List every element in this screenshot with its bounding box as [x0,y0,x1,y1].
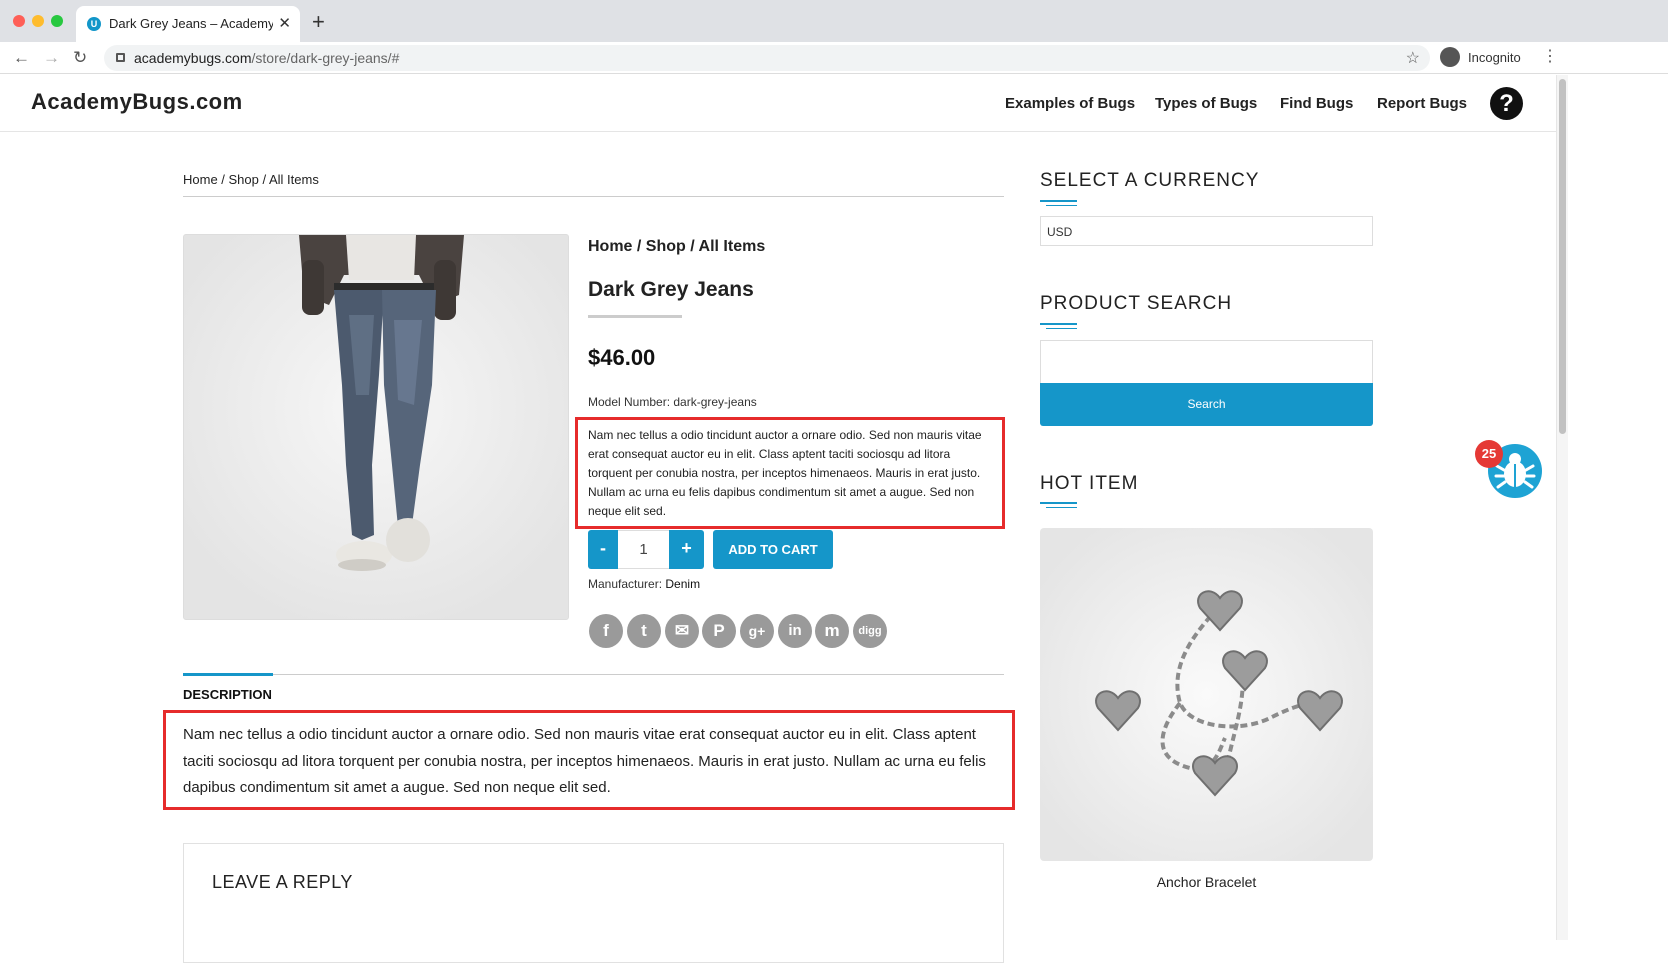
description-body: Nam nec tellus a odio tincidunt auctor a… [183,726,986,796]
scrollbar-thumb[interactable] [1559,79,1566,434]
product-title: Dark Grey Jeans [588,278,754,301]
page-scrollbar[interactable] [1556,75,1568,940]
bookmark-star-icon[interactable]: ☆ [1406,48,1420,68]
forward-arrow-icon[interactable]: → [43,48,60,68]
tab-title: Dark Grey Jeans – AcademyBugs.com [109,16,273,31]
bracelet-illustration [1095,590,1343,797]
lock-icon [116,53,125,62]
leave-reply-section: LEAVE A REPLY [183,843,1004,963]
help-question-icon[interactable]: ? [1490,87,1523,120]
reload-icon[interactable]: ↻ [73,48,87,68]
leave-reply-heading: LEAVE A REPLY [212,872,353,892]
title-underline [588,315,682,318]
add-to-cart-button[interactable]: ADD TO CART [713,530,833,569]
model-number: Model Number: dark-grey-jeans [588,395,757,409]
new-tab-button[interactable]: + [312,9,325,35]
browser-menu-icon[interactable]: ⋮ [1542,46,1558,66]
site-logo[interactable]: AcademyBugs.com [31,89,243,115]
product-short-description: Nam nec tellus a odio tincidunt auctor a… [588,428,982,518]
hot-item-heading: HOT ITEM [1040,473,1139,494]
browser-tab-active[interactable]: U Dark Grey Jeans – AcademyBugs.com ✕ [76,6,300,42]
digg-share-icon[interactable]: digg [853,614,887,648]
tab-active-indicator [183,673,273,676]
facebook-share-icon[interactable]: f [589,614,623,648]
maximize-window-button[interactable] [51,15,63,27]
currency-select[interactable]: USD [1040,216,1373,246]
url-text: academybugs.com/store/dark-grey-jeans/# [134,50,400,66]
currency-heading: SELECT A CURRENCY [1040,170,1260,191]
incognito-icon [1440,47,1460,67]
breadcrumb-divider [183,196,1004,197]
heading-accent [1046,205,1077,206]
address-bar[interactable]: academybugs.com/store/dark-grey-jeans/# … [104,45,1430,71]
tab-close-icon[interactable]: ✕ [278,14,291,32]
tab-description[interactable]: DESCRIPTION [183,687,272,702]
heading-accent [1040,200,1077,202]
manufacturer-link[interactable]: Denim [665,577,700,591]
hot-item-name[interactable]: Anchor Bracelet [1040,874,1373,890]
quantity-input[interactable]: 1 [618,530,669,569]
email-share-icon[interactable]: ✉ [665,614,699,648]
twitter-share-icon[interactable]: t [627,614,661,648]
nav-examples-of-bugs[interactable]: Examples of Bugs [1005,95,1135,112]
site-header: AcademyBugs.com Examples of Bugs Types o… [0,75,1556,132]
nav-report-bugs[interactable]: Report Bugs [1377,95,1467,112]
tabs-divider [183,674,1004,675]
bug-count-badge: 25 [1475,440,1503,468]
nav-types-of-bugs[interactable]: Types of Bugs [1155,95,1257,112]
quantity-decrease-button[interactable]: - [588,530,618,569]
jeans-illustration [299,235,464,571]
hot-item-image[interactable] [1040,528,1373,861]
product-image[interactable] [183,234,569,620]
heading-accent [1040,502,1077,504]
breadcrumb[interactable]: Home / Shop / All Items [183,172,319,187]
pinterest-share-icon[interactable]: P [702,614,736,648]
product-search-input[interactable] [1040,340,1373,383]
incognito-label: Incognito [1468,50,1521,65]
academybugs-favicon-icon: U [87,17,101,31]
google-plus-share-icon[interactable]: g+ [740,614,774,648]
search-button[interactable]: Search [1040,383,1373,426]
manufacturer: Manufacturer: Denim [588,577,701,591]
browser-tab-strip: U Dark Grey Jeans – AcademyBugs.com ✕ + [0,0,1668,42]
browser-toolbar: ← → ↻ academybugs.com/store/dark-grey-je… [0,42,1668,74]
linkedin-share-icon[interactable]: in [778,614,812,648]
product-price: $46.00 [588,345,656,370]
back-arrow-icon[interactable]: ← [13,48,30,68]
close-window-button[interactable] [13,15,25,27]
heading-accent [1040,323,1077,325]
quantity-increase-button[interactable]: + [669,530,704,569]
heading-accent [1046,507,1077,508]
minimize-window-button[interactable] [32,15,44,27]
myspace-share-icon[interactable]: m [815,614,849,648]
product-breadcrumb[interactable]: Home / Shop / All Items [588,238,765,256]
heading-accent [1046,328,1077,329]
nav-find-bugs[interactable]: Find Bugs [1280,95,1353,112]
product-search-heading: PRODUCT SEARCH [1040,293,1233,314]
